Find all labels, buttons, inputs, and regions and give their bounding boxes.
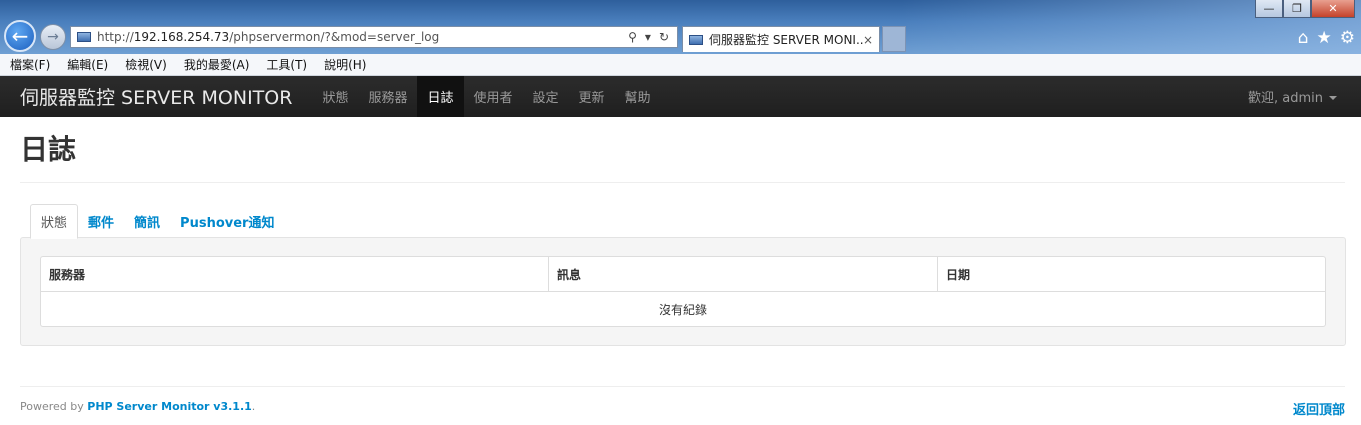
column-header-server: 服務器 [41,257,548,292]
powered-by-label: Powered by [20,400,84,413]
menu-view[interactable]: 檢視(V) [125,56,167,73]
log-type-tabs: 狀態 郵件 簡訊 Pushover通知 [30,203,284,239]
product-link[interactable]: PHP Server Monitor v3.1.1 [87,400,252,413]
restore-button[interactable]: ❐ [1283,0,1311,18]
user-greeting: 歡迎, admin [1248,91,1323,106]
tab-status[interactable]: 狀態 [30,204,79,239]
window-controls: — ❐ ✕ [1255,0,1355,18]
tab-title: 伺服器監控 SERVER MONI... [709,33,863,47]
url-path: /phpservermon/?&mod=server_log [229,30,440,44]
app-navbar: 伺服器監控 SERVER MONITOR 狀態 服務器 日誌 使用者 設定 更新… [0,76,1361,117]
nav-item-help[interactable]: 幫助 [615,76,661,117]
nav-item-servers[interactable]: 服務器 [358,76,417,117]
nav-item-status[interactable]: 狀態 [312,76,358,117]
back-arrow-icon: ← [11,24,29,48]
tab-close-icon[interactable]: × [863,33,879,47]
table-row: 沒有紀錄 [41,292,1325,326]
back-to-top-link[interactable]: 返回頂部 [1293,399,1345,418]
star-icon[interactable]: ★ [1317,28,1332,48]
nav-item-users[interactable]: 使用者 [464,76,523,117]
browser-tab[interactable]: 伺服器監控 SERVER MONI... × [682,26,880,52]
refresh-icon[interactable]: ↻ [659,30,669,44]
tab-sms[interactable]: 簡訊 [124,204,170,238]
url-prefix: http:// [97,30,134,44]
powered-by-text: Powered by PHP Server Monitor v3.1.1. [20,400,255,413]
footer: Powered by PHP Server Monitor v3.1.1. 返回… [20,386,1345,425]
forward-arrow-icon: → [47,29,59,45]
nav-item-update[interactable]: 更新 [569,76,615,117]
chevron-down-icon [1329,95,1337,100]
dropdown-icon[interactable]: ▾ [645,30,651,44]
menu-tools[interactable]: 工具(T) [266,56,307,73]
tab-page-icon [689,34,703,45]
powered-by-period: . [251,400,256,413]
menu-file[interactable]: 檔案(F) [10,56,50,73]
tab-email[interactable]: 郵件 [78,204,124,238]
browser-menu-bar: 檔案(F) 編輯(E) 檢視(V) 我的最愛(A) 工具(T) 說明(H) [0,54,1361,76]
table-header-row: 服務器 訊息 日期 [41,257,1325,292]
log-table: 服務器 訊息 日期 沒有紀錄 [40,256,1326,327]
column-header-message: 訊息 [548,257,937,292]
forward-button[interactable]: → [40,24,66,50]
back-button[interactable]: ← [4,20,36,52]
page-header: 日誌 [20,128,1345,183]
url-host: 192.168.254.73 [133,30,230,44]
tab-pushover[interactable]: Pushover通知 [170,204,284,238]
minimize-button[interactable]: — [1255,0,1283,18]
close-window-button[interactable]: ✕ [1311,0,1355,18]
page-title: 日誌 [20,133,77,166]
address-bar[interactable]: http://192.168.254.73/phpservermon/?&mod… [70,26,678,48]
new-tab-button[interactable] [882,26,906,52]
menu-edit[interactable]: 編輯(E) [67,56,108,73]
menu-favorites[interactable]: 我的最愛(A) [184,56,250,73]
tab-content-panel: 服務器 訊息 日期 沒有紀錄 [20,237,1346,346]
gear-icon[interactable]: ⚙ [1340,28,1355,48]
nav-item-log[interactable]: 日誌 [417,76,464,117]
menu-help[interactable]: 說明(H) [324,56,366,73]
column-header-date: 日期 [937,257,1325,292]
home-icon[interactable]: ⌂ [1298,28,1309,48]
url-text[interactable]: http://192.168.254.73/phpservermon/?&mod… [97,30,628,44]
page-icon [77,32,91,42]
search-icon[interactable]: ⚲ [628,30,637,44]
nav-item-config[interactable]: 設定 [523,76,569,117]
empty-message: 沒有紀錄 [658,302,707,317]
user-menu[interactable]: 歡迎, admin [1248,76,1337,117]
brand-title[interactable]: 伺服器監控 SERVER MONITOR [20,83,292,110]
